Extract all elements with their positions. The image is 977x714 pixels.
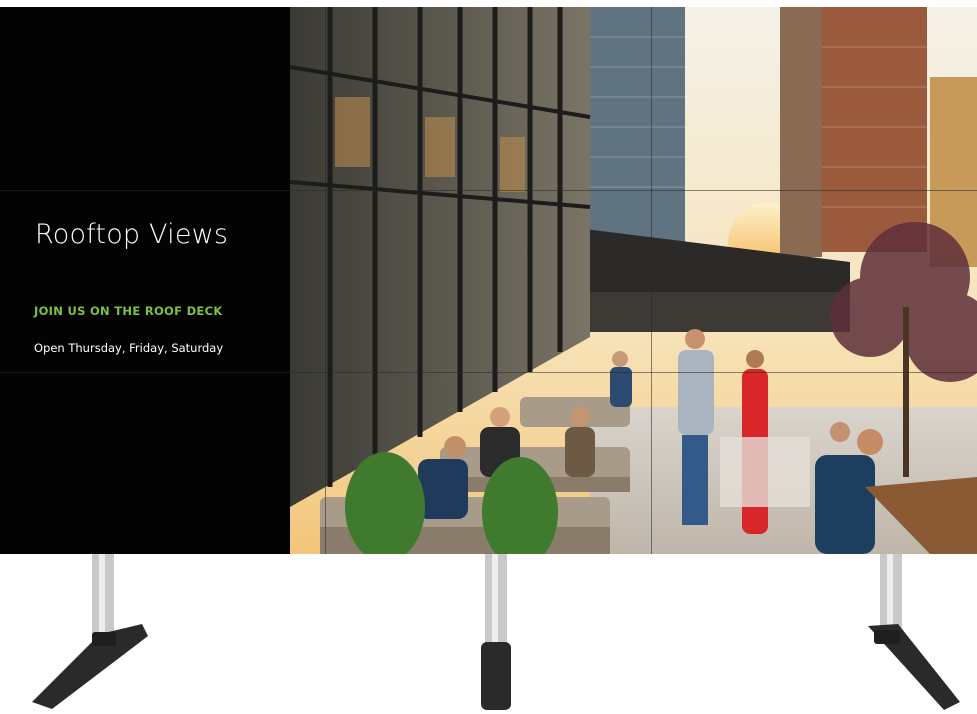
tile-seam [651, 7, 652, 554]
slide-hours: Open Thursday, Friday, Saturday [34, 341, 224, 355]
text-panel: Rooftop Views JOIN US ON THE ROOF DECK O… [0, 7, 290, 554]
floor-stand-center [481, 554, 511, 710]
floor-stand-left [32, 554, 148, 709]
tile-seam [0, 190, 977, 191]
floor-stand-right [868, 554, 960, 710]
tile-seam [0, 372, 977, 373]
rooftop-photo [290, 7, 977, 554]
tile-seam [325, 7, 326, 554]
slide-tagline: JOIN US ON THE ROOF DECK [34, 304, 223, 318]
video-wall: Rooftop Views JOIN US ON THE ROOF DECK O… [0, 7, 977, 554]
slide-title: Rooftop Views [35, 219, 229, 250]
